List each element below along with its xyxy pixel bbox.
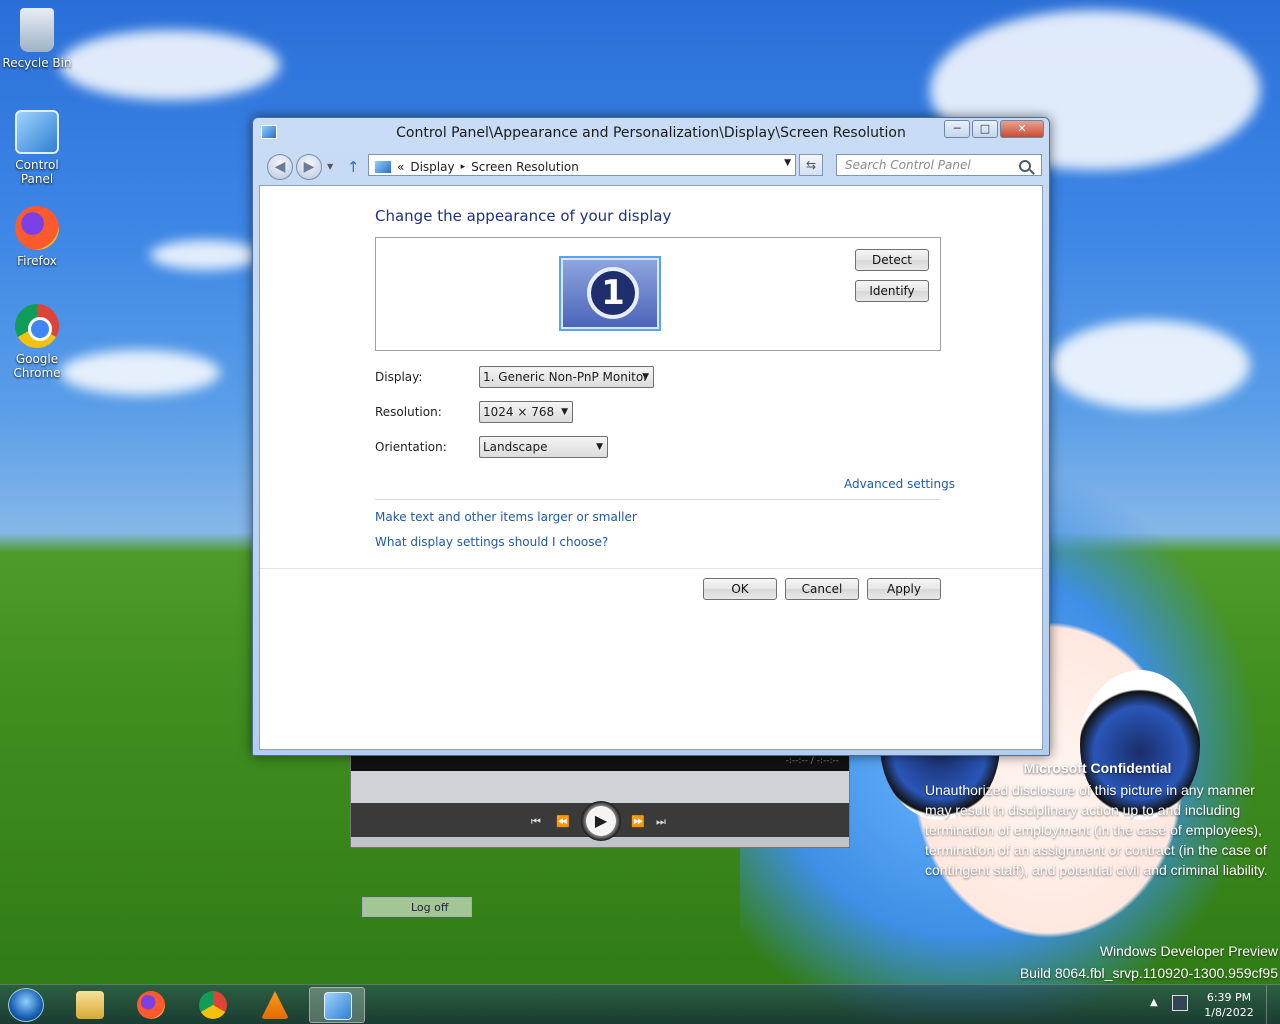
show-desktop-button[interactable]	[1266, 985, 1280, 1024]
display-label: Display:	[375, 370, 423, 384]
rewind-icon[interactable]: ⏪	[556, 815, 570, 828]
breadcrumb-display[interactable]: Display	[410, 160, 454, 174]
build-text: Build 8064.fbl_srvp.110920-1300.959cf95	[1019, 965, 1278, 981]
clock-time: 6:39 PM	[1206, 991, 1252, 1004]
taskbar: ▲ 6:39 PM 1/8/2022	[0, 984, 1280, 1024]
taskbar-item-vlc[interactable]	[247, 987, 303, 1023]
text-size-link[interactable]: Make text and other items larger or smal…	[375, 510, 637, 524]
advanced-settings-link[interactable]: Advanced settings	[844, 477, 955, 491]
navigation-bar: ◀ ▶ ▼ ↑ « Display ▸ Screen Resolution ▼ …	[253, 148, 1049, 182]
desktop-icon-label: Recycle Bin	[2, 56, 72, 70]
chevron-down-icon: ▼	[596, 442, 603, 452]
chevron-down-icon: ▼	[561, 407, 568, 417]
chrome-icon	[199, 991, 227, 1019]
resolution-label: Resolution:	[375, 405, 442, 419]
fast-forward-icon[interactable]: ⏩	[631, 815, 645, 828]
firefox-icon	[15, 206, 59, 250]
apply-button[interactable]: Apply	[867, 578, 941, 600]
monitor-1-tile[interactable]: 1	[559, 256, 661, 331]
build-watermark: Windows Developer Preview Build 8064.fbl…	[928, 940, 1278, 984]
content-pane: Change the appearance of your display 1 …	[259, 185, 1043, 750]
start-button[interactable]	[8, 988, 44, 1022]
orientation-label: Orientation:	[375, 440, 447, 454]
refresh-button[interactable]: ⇆	[799, 154, 823, 176]
taskbar-item-explorer[interactable]	[62, 987, 118, 1023]
back-button[interactable]: ◀	[267, 154, 293, 180]
control-panel-icon	[15, 110, 59, 154]
display-select-value: 1. Generic Non-PnP Monitor	[483, 370, 649, 384]
monitor-arrangement-panel: 1 Detect Identify	[375, 237, 941, 351]
taskbar-item-chrome[interactable]	[185, 987, 241, 1023]
next-icon[interactable]: ⏭	[656, 815, 666, 829]
taskbar-item-firefox[interactable]	[123, 987, 179, 1023]
cancel-button[interactable]: Cancel	[785, 578, 859, 600]
chrome-icon	[15, 304, 59, 348]
show-hidden-icons-icon[interactable]: ▲	[1150, 997, 1158, 1008]
media-time: -:--:-- / -:--:--	[785, 756, 839, 766]
display-help-link[interactable]: What display settings should I choose?	[375, 535, 608, 549]
divider	[375, 499, 941, 500]
clock-date: 1/8/2022	[1204, 1006, 1254, 1019]
breadcrumb-screen-resolution[interactable]: Screen Resolution	[471, 160, 579, 174]
window-title: Control Panel\Appearance and Personaliza…	[396, 125, 906, 141]
confidential-body: Unauthorized disclosure of this picture …	[925, 782, 1268, 878]
close-button[interactable]: ✕	[1000, 120, 1044, 138]
vlc-cone-icon	[261, 991, 289, 1019]
resolution-select-value: 1024 × 768	[483, 405, 555, 419]
play-button[interactable]: ▶	[581, 801, 621, 841]
desktop-icon-label: Control Panel	[15, 158, 59, 186]
confidential-watermark: Microsoft Confidential Unauthorized disc…	[925, 760, 1270, 880]
taskbar-item-control-panel[interactable]	[309, 987, 365, 1023]
maximize-button[interactable]: □	[972, 120, 998, 138]
desktop-icon-control-panel[interactable]: Control Panel	[1, 110, 73, 186]
desktop-icon-label: Firefox	[17, 254, 57, 268]
chevron-down-icon[interactable]: ▼	[784, 158, 791, 168]
firefox-icon	[137, 991, 165, 1019]
monitor-number: 1	[587, 267, 639, 319]
desktop-icon-recycle-bin[interactable]: Recycle Bin	[1, 8, 73, 70]
search-input[interactable]: Search Control Panel	[836, 154, 1042, 176]
detect-button[interactable]: Detect	[855, 249, 929, 271]
identify-button[interactable]: Identify	[855, 280, 929, 302]
control-panel-icon	[324, 992, 352, 1020]
confidential-heading: Microsoft Confidential	[1023, 760, 1172, 776]
folder-icon	[76, 991, 104, 1019]
recycle-bin-icon	[20, 8, 54, 52]
search-icon[interactable]	[1019, 160, 1031, 172]
network-icon[interactable]	[1172, 995, 1188, 1011]
address-bar[interactable]: « Display ▸ Screen Resolution ▼	[368, 154, 796, 176]
resolution-select[interactable]: 1024 × 768 ▼	[479, 401, 573, 423]
orientation-select-value: Landscape	[483, 440, 548, 454]
logoff-tooltip: Log off	[362, 897, 472, 917]
page-title: Change the appearance of your display	[375, 207, 672, 225]
title-bar[interactable]: Control Panel\Appearance and Personaliza…	[253, 118, 1049, 148]
media-player: -:--:-- / -:--:-- ⏮ ⏪ ▶ ⏩ ⏭	[350, 752, 850, 848]
screen-resolution-window: Control Panel\Appearance and Personaliza…	[252, 117, 1050, 756]
chevron-down-icon[interactable]: ▼	[327, 162, 333, 171]
breadcrumb-separator-icon[interactable]: ▸	[461, 162, 466, 172]
up-arrow-icon[interactable]: ↑	[347, 158, 360, 176]
system-clock[interactable]: 6:39 PM 1/8/2022	[1200, 990, 1258, 1020]
edition-text: Windows Developer Preview	[1099, 943, 1278, 959]
divider	[260, 568, 1042, 569]
ok-button[interactable]: OK	[703, 578, 777, 600]
minimize-button[interactable]: ─	[944, 120, 970, 138]
previous-icon[interactable]: ⏮	[531, 815, 541, 829]
control-panel-icon	[375, 160, 391, 173]
breadcrumb-overflow[interactable]: «	[397, 160, 404, 174]
desktop-icon-firefox[interactable]: Firefox	[1, 206, 73, 268]
orientation-select[interactable]: Landscape ▼	[479, 436, 608, 458]
desktop-icon-google-chrome[interactable]: Google Chrome	[1, 304, 73, 380]
forward-button[interactable]: ▶	[296, 154, 322, 180]
chevron-down-icon: ▼	[642, 372, 649, 382]
desktop-icon-label: Google Chrome	[13, 352, 61, 380]
display-select[interactable]: 1. Generic Non-PnP Monitor ▼	[479, 366, 654, 388]
